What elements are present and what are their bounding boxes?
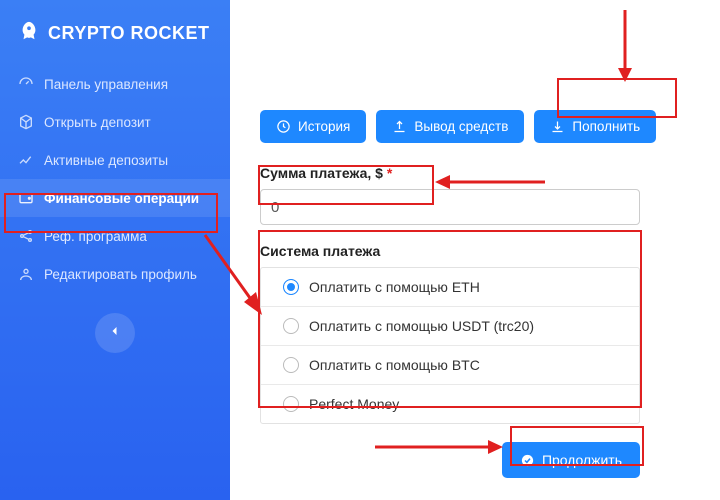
radio-icon bbox=[283, 357, 299, 373]
payment-option-usdt[interactable]: Оплатить с помощью USDT (trc20) bbox=[261, 307, 639, 346]
cube-icon bbox=[18, 114, 34, 130]
upload-icon bbox=[392, 119, 407, 134]
sidebar-item-label: Реф. программа bbox=[44, 229, 147, 244]
user-icon bbox=[18, 266, 34, 282]
tab-withdraw[interactable]: Вывод средств bbox=[376, 110, 524, 143]
annotation-arrow bbox=[610, 10, 640, 85]
tab-label: Вывод средств bbox=[414, 119, 508, 134]
brand-name: CRYPTO ROCKET bbox=[48, 23, 210, 44]
sidebar-item-referral[interactable]: Реф. программа bbox=[0, 217, 230, 255]
sidebar: CRYPTO ROCKET Панель управления Открыть … bbox=[0, 0, 230, 500]
sidebar-item-label: Панель управления bbox=[44, 77, 168, 92]
clock-icon bbox=[276, 119, 291, 134]
tab-label: История bbox=[298, 119, 350, 134]
continue-label: Продолжить bbox=[542, 452, 622, 468]
chart-icon bbox=[18, 152, 34, 168]
content: История Вывод средств Пополнить Сумма пл… bbox=[230, 0, 720, 500]
sidebar-item-label: Финансовые операции bbox=[44, 191, 199, 206]
brand: CRYPTO ROCKET bbox=[0, 10, 230, 65]
radio-icon bbox=[283, 279, 299, 295]
gauge-icon bbox=[18, 76, 34, 92]
tab-history[interactable]: История bbox=[260, 110, 366, 143]
sidebar-item-active-deposits[interactable]: Активные депозиты bbox=[0, 141, 230, 179]
payment-system-label: Система платежа bbox=[260, 243, 690, 259]
payment-options: Оплатить с помощью ETH Оплатить с помощь… bbox=[260, 267, 640, 424]
sidebar-item-open-deposit[interactable]: Открыть депозит bbox=[0, 103, 230, 141]
nav: Панель управления Открыть депозит Активн… bbox=[0, 65, 230, 293]
sidebar-item-edit-profile[interactable]: Редактировать профиль bbox=[0, 255, 230, 293]
chevron-left-icon bbox=[109, 324, 121, 342]
amount-label: Сумма платежа, $ * bbox=[260, 165, 690, 181]
sidebar-collapse-button[interactable] bbox=[95, 313, 135, 353]
check-circle-icon bbox=[520, 453, 535, 468]
radio-icon bbox=[283, 318, 299, 334]
payment-option-btc[interactable]: Оплатить с помощью BTC bbox=[261, 346, 639, 385]
radio-icon bbox=[283, 396, 299, 412]
sidebar-item-dashboard[interactable]: Панель управления bbox=[0, 65, 230, 103]
tab-deposit[interactable]: Пополнить bbox=[534, 110, 656, 143]
share-icon bbox=[18, 228, 34, 244]
rocket-icon bbox=[18, 20, 40, 47]
amount-input[interactable] bbox=[260, 189, 640, 225]
payment-option-eth[interactable]: Оплатить с помощью ETH bbox=[261, 268, 639, 307]
wallet-icon bbox=[18, 190, 34, 206]
sidebar-item-financial-ops[interactable]: Финансовые операции bbox=[0, 179, 230, 217]
payment-option-label: Perfect Money bbox=[309, 396, 399, 412]
continue-button[interactable]: Продолжить bbox=[502, 442, 640, 478]
payment-option-label: Оплатить с помощью USDT (trc20) bbox=[309, 318, 534, 334]
payment-option-label: Оплатить с помощью ETH bbox=[309, 279, 480, 295]
tabs: История Вывод средств Пополнить bbox=[260, 110, 690, 143]
payment-option-label: Оплатить с помощью BTC bbox=[309, 357, 480, 373]
tab-label: Пополнить bbox=[572, 119, 640, 134]
sidebar-item-label: Открыть депозит bbox=[44, 115, 151, 130]
required-mark: * bbox=[387, 165, 392, 181]
download-icon bbox=[550, 119, 565, 134]
payment-option-perfectmoney[interactable]: Perfect Money bbox=[261, 385, 639, 423]
sidebar-item-label: Активные депозиты bbox=[44, 153, 168, 168]
sidebar-item-label: Редактировать профиль bbox=[44, 267, 197, 282]
